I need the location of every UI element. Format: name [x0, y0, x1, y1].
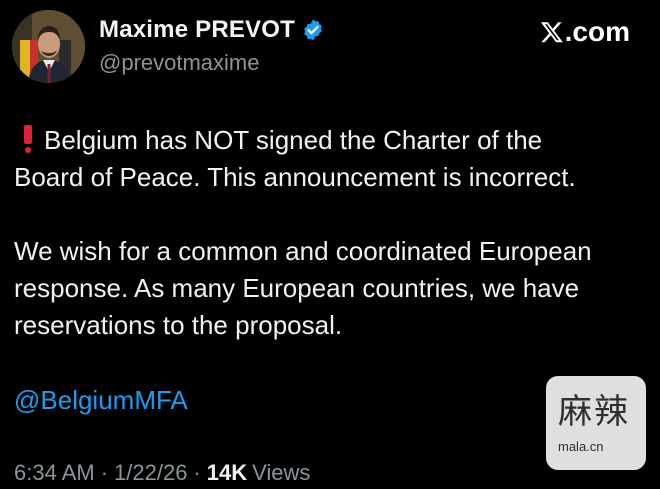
author-handle[interactable]: @prevotmaxime — [99, 50, 260, 76]
tweet-date[interactable]: 1/22/26 — [114, 460, 187, 486]
author-name-line[interactable]: Maxime PREVOT — [99, 16, 325, 44]
author-name[interactable]: Maxime PREVOT — [99, 16, 295, 44]
meta-separator: · — [193, 460, 201, 485]
meta-separator: · — [100, 460, 109, 485]
verified-badge-icon — [304, 19, 322, 41]
x-com-logo: .com — [540, 16, 630, 48]
watermark-chinese-text: 麻辣 — [558, 392, 630, 432]
author-avatar[interactable] — [12, 10, 85, 83]
tweet-header: Maxime PREVOT @prevotmaxime .com — [12, 8, 648, 84]
x-logo-icon — [540, 22, 563, 43]
tweet-body: Belgium has NOT signed the Charter of th… — [14, 122, 644, 344]
views-label: Views — [252, 460, 311, 485]
mention-link[interactable]: @BelgiumMFA — [14, 385, 188, 416]
red-exclamation-icon — [24, 125, 32, 153]
tweet-meta: 6:34 AM · 1/22/26 · 14K Views — [14, 460, 310, 486]
watermark-logo: 麻辣 mala.cn — [546, 376, 646, 470]
views-count[interactable]: 14K — [207, 460, 247, 486]
tweet-paragraph-1-text: Belgium has NOT signed the Charter of th… — [14, 125, 576, 192]
tweet-paragraph-1: Belgium has NOT signed the Charter of th… — [14, 122, 644, 196]
watermark-site-text: mala.cn — [558, 439, 604, 454]
site-domain-text: .com — [564, 16, 630, 47]
tweet-time[interactable]: 6:34 AM — [14, 460, 95, 486]
tweet-paragraph-2: We wish for a common and coordinated Eur… — [14, 236, 592, 340]
